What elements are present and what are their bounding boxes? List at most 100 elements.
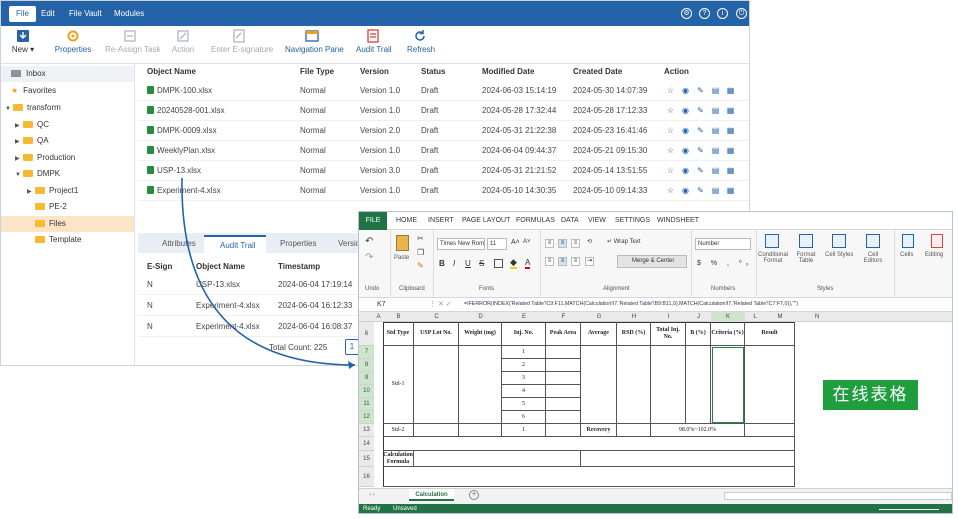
col-file-type[interactable]: File Type	[300, 64, 334, 80]
column-header[interactable]: B	[383, 312, 414, 322]
menu-modules[interactable]: Modules	[114, 6, 144, 22]
header-cell[interactable]: Criteria (%)	[711, 322, 745, 346]
bold-icon[interactable]: B	[439, 259, 445, 268]
copy-icon[interactable]: ▦	[726, 166, 735, 175]
table-row[interactable]: DMPK-0009.xlsx Normal Version 2.0 Draft 2024…	[138, 121, 749, 141]
font-name-select[interactable]: Times New Roma	[437, 238, 485, 250]
new-button[interactable]: New ▾	[9, 28, 37, 62]
data-cell[interactable]	[617, 346, 651, 424]
recovery-cell[interactable]: Recovery	[581, 424, 617, 437]
cut-icon[interactable]: ✂	[417, 234, 424, 243]
action-button[interactable]: Action	[171, 28, 195, 62]
file-name-cell[interactable]: DMPK-0009.xlsx	[147, 121, 217, 141]
cell-editors-icon[interactable]	[866, 234, 880, 248]
document-icon[interactable]: ▤	[711, 166, 720, 175]
star-icon[interactable]: ☆	[666, 146, 675, 155]
redo-icon[interactable]: ↷	[365, 252, 373, 263]
column-header[interactable]: H	[617, 312, 651, 322]
shrink-font-icon[interactable]: A˅	[523, 239, 531, 245]
row-header[interactable]: 14	[359, 437, 374, 451]
copy-icon[interactable]: ▦	[726, 106, 735, 115]
merge-center-button[interactable]: Merge & Center	[617, 255, 687, 268]
row-header[interactable]: 8	[359, 359, 374, 372]
zoom-slider[interactable]	[879, 509, 939, 510]
document-icon[interactable]: ▤	[711, 86, 720, 95]
format-table-button[interactable]: Format Table	[793, 252, 819, 264]
column-header[interactable]: K	[711, 312, 745, 322]
font-size-select[interactable]: 11	[487, 238, 507, 250]
peak-area-cell[interactable]	[546, 398, 581, 411]
file-name-cell[interactable]: DMPK-100.xlsx	[147, 81, 212, 101]
col-modified[interactable]: Modified Date	[482, 64, 534, 80]
col-status[interactable]: Status	[421, 64, 445, 80]
paste-icon[interactable]	[396, 235, 409, 251]
cell-styles-icon[interactable]	[832, 234, 846, 248]
row-header[interactable]: 10	[359, 385, 374, 398]
header-cell[interactable]: Inj. No.	[502, 322, 546, 346]
cells-button[interactable]: Cells	[900, 252, 913, 258]
tree-template[interactable]: Template	[35, 232, 81, 248]
menu-file[interactable]: File	[9, 6, 36, 22]
formula-input[interactable]: =IFERROR(INDEX('Related Table'!C9:F11,MA…	[464, 301, 952, 307]
row-header[interactable]: 13	[359, 424, 374, 437]
header-cell[interactable]: Std Type	[383, 322, 414, 346]
eye-icon[interactable]: ◉	[681, 186, 690, 195]
align-top-icon[interactable]: ≡	[545, 239, 554, 248]
data-cell[interactable]	[745, 424, 795, 437]
column-header[interactable]: I	[651, 312, 686, 322]
data-cell[interactable]	[459, 424, 502, 437]
row-header[interactable]: 15	[359, 451, 374, 467]
peak-area-cell[interactable]	[546, 411, 581, 424]
peak-area-cell[interactable]	[546, 385, 581, 398]
tree-files[interactable]: Files	[1, 216, 134, 232]
wrap-text-button[interactable]: ↵ Wrap Text	[607, 238, 641, 245]
eye-icon[interactable]: ◉	[681, 166, 690, 175]
lot-cell[interactable]	[414, 346, 459, 424]
table-row[interactable]: 20240528-001.xlsx Normal Version 1.0 Draft 2…	[138, 101, 749, 121]
tree-dmpk[interactable]: ▼ DMPK	[15, 166, 60, 182]
data-cell[interactable]	[745, 346, 795, 424]
tree-qc[interactable]: ▶ QC	[15, 117, 49, 133]
row-header[interactable]: 12	[359, 411, 374, 424]
star-icon[interactable]: ☆	[666, 126, 675, 135]
indent-icon[interactable]: ⇥	[585, 257, 594, 266]
peak-area-cell[interactable]	[546, 372, 581, 385]
horizontal-scrollbar[interactable]	[724, 492, 952, 500]
col-created[interactable]: Created Date	[573, 64, 622, 80]
editing-button[interactable]: Editing	[925, 252, 943, 258]
inj-cell[interactable]: 3	[502, 372, 546, 385]
italic-icon[interactable]: I	[453, 259, 455, 268]
tree-production[interactable]: ▶ Production	[15, 150, 75, 166]
align-left-icon[interactable]: ≡	[545, 257, 554, 266]
data-cell[interactable]	[711, 346, 745, 424]
col-object-name[interactable]: Object Name	[147, 64, 196, 80]
excel-tab-windsheet[interactable]: WINDSHEET	[657, 212, 699, 230]
header-cell[interactable]: Result	[745, 322, 795, 346]
copy-icon[interactable]: ▦	[726, 186, 735, 195]
weight-cell[interactable]	[459, 346, 502, 424]
properties-button[interactable]: Properties	[53, 28, 93, 62]
power-icon[interactable]: ⏻	[736, 8, 747, 19]
column-header[interactable]: C	[414, 312, 459, 322]
data-cell[interactable]	[414, 424, 459, 437]
document-icon[interactable]: ▤	[711, 126, 720, 135]
help-icon[interactable]: ?	[699, 8, 710, 19]
inj-cell[interactable]: 2	[502, 359, 546, 372]
copy-icon[interactable]: ▦	[726, 86, 735, 95]
star-icon[interactable]: ☆	[666, 166, 675, 175]
align-center-icon[interactable]: ≡	[558, 257, 567, 266]
sheet-nav-icon[interactable]: ‹ ›	[369, 492, 375, 498]
fill-color-icon[interactable]: ◆	[510, 258, 517, 269]
editing-icon[interactable]	[931, 234, 943, 248]
copy-icon[interactable]: ▦	[726, 126, 735, 135]
criteria-range-cell[interactable]: 98.0%~102.0%	[651, 424, 745, 437]
row-header[interactable]: 16	[359, 467, 374, 487]
tree-transform[interactable]: ▼ transform	[5, 100, 61, 116]
data-cell[interactable]	[546, 424, 581, 437]
header-cell[interactable]: Total Inj. No.	[651, 322, 686, 346]
excel-tab-formulas[interactable]: FORMULAS	[516, 212, 555, 230]
sheet-tab-calculation[interactable]: Calculation	[409, 489, 454, 501]
undo-icon[interactable]: ↶	[365, 236, 373, 247]
std1-cell[interactable]: Std-1	[383, 346, 414, 424]
info-icon[interactable]: i	[717, 8, 728, 19]
